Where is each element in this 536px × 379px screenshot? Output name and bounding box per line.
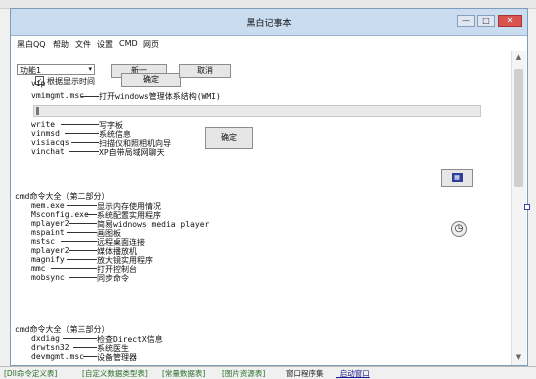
scrollbar-thumb[interactable] (514, 69, 523, 187)
connector-line (67, 259, 97, 260)
cmd-mem: mem.exe (31, 201, 65, 210)
desc-mobsync: 同步命令 (97, 274, 129, 283)
calendar-button[interactable]: ▦ (441, 169, 473, 187)
connector-line (83, 356, 97, 357)
desc-vmimgmt: 打开windows管理体系结构(WMI) (99, 92, 221, 101)
progress-slider[interactable] (33, 105, 481, 117)
cmd-vinchat: vinchat (31, 147, 65, 156)
tab-startup-window[interactable]: _启动窗口 (336, 368, 370, 379)
cmd-drwtsn32: drwtsn32 (31, 343, 70, 352)
menu-webpage[interactable]: 网页 (143, 39, 159, 50)
connector-line (51, 268, 97, 269)
scroll-up-icon[interactable]: ▲ (514, 53, 523, 63)
confirm-button-top[interactable]: 确定 (121, 73, 181, 87)
cancel-button[interactable]: 取消 (179, 64, 231, 78)
connector-line (67, 205, 97, 206)
connector-line (63, 338, 97, 339)
desc-vinchat: XP自带局域网聊天 (99, 148, 165, 157)
confirm-button-middle[interactable]: 确定 (205, 127, 253, 149)
section3-heading: cmd命令大全（第三部分） (15, 325, 110, 334)
cmd-vinmsd: vinmsd (31, 129, 60, 138)
connector-line (73, 347, 97, 348)
desc-devmgmt: 设备管理器 (97, 353, 137, 362)
connector-line (65, 133, 99, 134)
menu-settings[interactable]: 设置 (97, 39, 113, 50)
window-title: 黑白记事本 (246, 19, 292, 29)
menu-file[interactable]: 文件 (75, 39, 91, 50)
connector-line (81, 96, 99, 97)
tab-constants[interactable]: [常量数据表] (162, 368, 205, 379)
tab-dll-commands[interactable]: [Dll命令定义表] (4, 368, 57, 379)
notepad-window: 黑白记事本 — □ ✕ 黑白QQ 帮助 文件 设置 CMD 网页 功能1 ▾ ✓… (10, 8, 528, 366)
menu-cmd[interactable]: CMD (119, 39, 138, 48)
cmd-mstsc: mstsc (31, 237, 56, 246)
cmd-write: write (31, 120, 56, 129)
document-area[interactable]: 功能1 ▾ ✓ 根据显示时间 新一 确定 取消 vip vmimgmt.msc … (11, 51, 511, 365)
title-bar: 黑白记事本 — □ ✕ (11, 9, 527, 36)
connector-line (69, 250, 97, 251)
connector-line (69, 223, 97, 224)
cmd-mmc: mmc (31, 264, 46, 273)
scroll-down-icon[interactable]: ▼ (514, 353, 523, 363)
cmd-devmgmt: devmgmt.msc (31, 352, 84, 361)
connector-line (69, 151, 99, 152)
minimize-button[interactable]: — (457, 15, 475, 27)
function-select[interactable]: 功能1 ▾ (17, 64, 95, 75)
cmd-mspaint: mspaint (31, 228, 65, 237)
calendar-icon: ▦ (451, 173, 463, 182)
cmd-dxdiag: dxdiag (31, 334, 60, 343)
cmd-magnify: magnify (31, 255, 65, 264)
function-select-value: 功能1 (20, 66, 42, 75)
resize-handle[interactable] (524, 204, 530, 210)
menu-help[interactable]: 帮助 (53, 39, 69, 50)
clock-icon[interactable]: ◷ (451, 221, 467, 237)
cmd-mplayer2-b: mplayer2 (31, 246, 70, 255)
bottom-tab-bar: [Dll命令定义表] [自定义数据类型表] [常量数据表] [图片资源表] 窗口… (0, 366, 536, 378)
menu-heibaiqq[interactable]: 黑白QQ (17, 39, 46, 50)
slider-handle[interactable] (36, 107, 39, 115)
cmd-vmimgmt: vmimgmt.msc (31, 91, 84, 100)
tab-window-assembly[interactable]: 窗口程序集 (286, 368, 324, 379)
menu-bar: 黑白QQ 帮助 文件 设置 CMD 网页 (11, 36, 527, 50)
connector-line (71, 142, 99, 143)
maximize-button[interactable]: □ (477, 15, 495, 27)
tab-image-resources[interactable]: [图片资源表] (222, 368, 265, 379)
connector-line (67, 232, 97, 233)
tab-custom-types[interactable]: [自定义数据类型表] (82, 368, 148, 379)
connector-line (61, 241, 97, 242)
cmd-vip: vip (31, 79, 46, 88)
chevron-down-icon: ▾ (88, 65, 92, 73)
cmd-mplayer2: mplayer2 (31, 219, 70, 228)
connector-line (69, 277, 97, 278)
cmd-msconfig: Msconfig.exe (31, 210, 89, 219)
connector-line (85, 214, 97, 215)
connector-line (61, 124, 99, 125)
show-time-label: 根据显示时间 (47, 77, 95, 86)
close-button[interactable]: ✕ (498, 15, 522, 27)
cmd-mobsync: mobsync (31, 273, 65, 282)
cmd-visiacqs: visiacqs (31, 138, 70, 147)
